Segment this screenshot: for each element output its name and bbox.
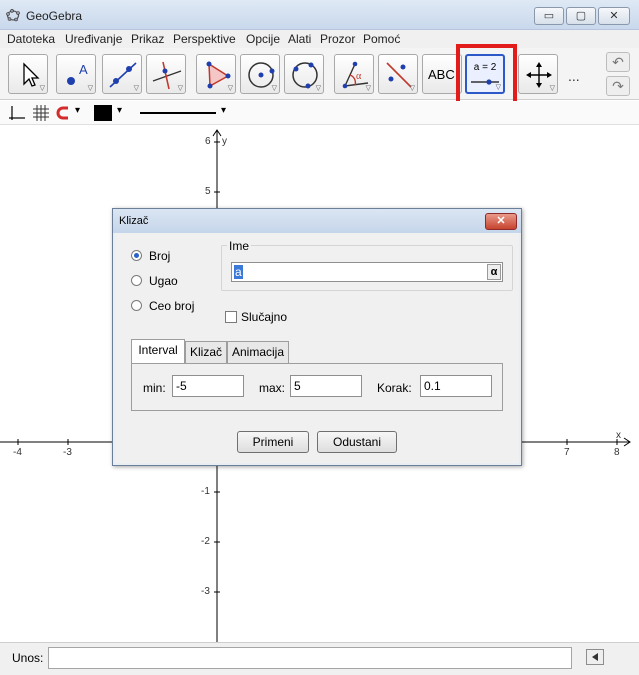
radio-button[interactable] [131, 300, 142, 311]
grid-toggle-icon[interactable] [32, 104, 50, 122]
window-title: GeoGebra [26, 9, 83, 23]
menu-datoteka[interactable]: Datoteka [7, 32, 55, 46]
more-tools-button[interactable]: ... [568, 68, 580, 84]
toolbar: ▽ A ▽ ▽ ▽ ▽ ▽ ▽ α ▽ ▽ ABC a = 2 ▽ ▽ ... … [0, 48, 639, 100]
tab-interval[interactable]: Interval [131, 339, 185, 363]
point-tool[interactable]: A ▽ [56, 54, 96, 94]
y-tick-label: 6 [205, 136, 211, 147]
minimize-button[interactable]: ▭ [534, 7, 564, 25]
name-input[interactable]: a α [231, 262, 503, 282]
move-tool[interactable]: ▽ [8, 54, 48, 94]
triangle-left-icon [592, 653, 598, 661]
tool-dropdown-icon: ▽ [409, 85, 415, 92]
x-tick-label: -4 [13, 447, 22, 458]
radio-button[interactable] [131, 250, 142, 261]
svg-text:α: α [356, 71, 362, 82]
radio-label: Broj [149, 249, 171, 263]
menu-perspektive[interactable]: Perspektive [173, 32, 236, 46]
slider-dialog: Klizač ✕ Broj Ugao Ceo broj Ime a α Sluč… [112, 208, 522, 466]
min-label: min: [143, 381, 166, 395]
menu-pomoc[interactable]: Pomoć [363, 32, 400, 46]
maximize-button[interactable]: ▢ [566, 7, 596, 25]
input-help-button[interactable] [586, 649, 604, 665]
dialog-body: Broj Ugao Ceo broj Ime a α Slučajno Inte… [115, 233, 519, 463]
tool-dropdown-icon: ▽ [271, 85, 277, 92]
x-tick-label: 7 [564, 447, 570, 458]
menu-opcije[interactable]: Opcije [246, 32, 280, 46]
y-tick-label: -2 [201, 536, 210, 547]
max-input[interactable]: 5 [290, 375, 362, 397]
text-tool-label: ABC [428, 67, 455, 82]
tool-dropdown-icon: ▽ [227, 85, 233, 92]
tool-dropdown-icon: ▽ [133, 85, 139, 92]
line-tool[interactable]: ▽ [102, 54, 142, 94]
x-axis-label: x [616, 430, 621, 441]
circle-three-points-tool[interactable]: ▽ [284, 54, 324, 94]
menu-uredjivanje[interactable]: Uređivanje [65, 32, 122, 46]
tool-dropdown-icon: ▽ [39, 85, 45, 92]
input-label: Unos: [12, 651, 44, 665]
tool-dropdown-icon: ▽ [87, 85, 93, 92]
apply-button[interactable]: Primeni [237, 431, 309, 453]
window-titlebar: GeoGebra ▭ ▢ ✕ [0, 0, 639, 30]
menu-prozor[interactable]: Prozor [320, 32, 355, 46]
close-window-button[interactable]: ✕ [598, 7, 630, 25]
perpendicular-line-tool[interactable]: ▽ [146, 54, 186, 94]
step-label: Korak: [377, 381, 412, 395]
alpha-symbol-button[interactable]: α [487, 264, 501, 280]
random-label: Slučajno [241, 310, 288, 324]
name-group-label: Ime [227, 239, 252, 253]
redo-button[interactable]: ↷ [606, 76, 630, 96]
tab-slider[interactable]: Klizač [185, 341, 227, 363]
radio-button[interactable] [131, 275, 142, 286]
reflect-tool[interactable]: ▽ [378, 54, 418, 94]
name-value: a [234, 265, 243, 279]
x-tick-label: -3 [63, 447, 72, 458]
move-graphics-tool[interactable]: ▽ [518, 54, 558, 94]
color-dropdown-icon[interactable]: ▾ [117, 105, 122, 116]
dialog-titlebar: Klizač ✕ [113, 209, 521, 233]
min-input[interactable]: -5 [172, 375, 244, 397]
y-tick-label: -3 [201, 586, 210, 597]
slider-tool-highlight [456, 44, 517, 107]
random-checkbox[interactable] [225, 311, 237, 323]
style-bar: ▾ ▾ ▾ [0, 101, 639, 125]
menu-prikaz[interactable]: Prikaz [131, 32, 164, 46]
cancel-button[interactable]: Odustani [317, 431, 397, 453]
tool-dropdown-icon: ▽ [315, 85, 321, 92]
radio-label: Ugao [149, 274, 178, 288]
menu-alati[interactable]: Alati [288, 32, 311, 46]
axes-toggle-icon[interactable] [8, 104, 26, 122]
input-field[interactable] [48, 647, 572, 669]
y-tick-label: -1 [201, 486, 210, 497]
circle-tool[interactable]: ▽ [240, 54, 280, 94]
undo-button[interactable]: ↶ [606, 52, 630, 72]
line-style-dropdown-icon[interactable]: ▾ [221, 105, 226, 116]
angle-tool[interactable]: α ▽ [334, 54, 374, 94]
tool-dropdown-icon: ▽ [365, 85, 371, 92]
magnet-snap-icon[interactable] [55, 104, 73, 122]
svg-text:A: A [79, 62, 88, 77]
step-input[interactable]: 0.1 [420, 375, 492, 397]
polygon-tool[interactable]: ▽ [196, 54, 236, 94]
tab-animation[interactable]: Animacija [227, 341, 289, 363]
x-tick-label: 8 [614, 447, 620, 458]
geogebra-logo-icon [6, 8, 20, 22]
input-bar: Unos: [0, 642, 639, 675]
line-style-sample[interactable] [140, 112, 216, 114]
color-swatch[interactable] [94, 105, 112, 121]
dialog-close-button[interactable]: ✕ [485, 213, 517, 230]
tool-dropdown-icon: ▽ [549, 85, 555, 92]
dialog-title: Klizač [119, 215, 149, 227]
max-label: max: [259, 381, 286, 395]
y-tick-label: 5 [205, 186, 211, 197]
menu-bar: Datoteka Uređivanje Prikaz Perspektive O… [0, 30, 639, 48]
y-axis-label: y [222, 136, 227, 147]
snap-dropdown-icon[interactable]: ▾ [75, 105, 80, 116]
radio-label: Ceo broj [149, 299, 195, 313]
tool-dropdown-icon: ▽ [177, 85, 183, 92]
